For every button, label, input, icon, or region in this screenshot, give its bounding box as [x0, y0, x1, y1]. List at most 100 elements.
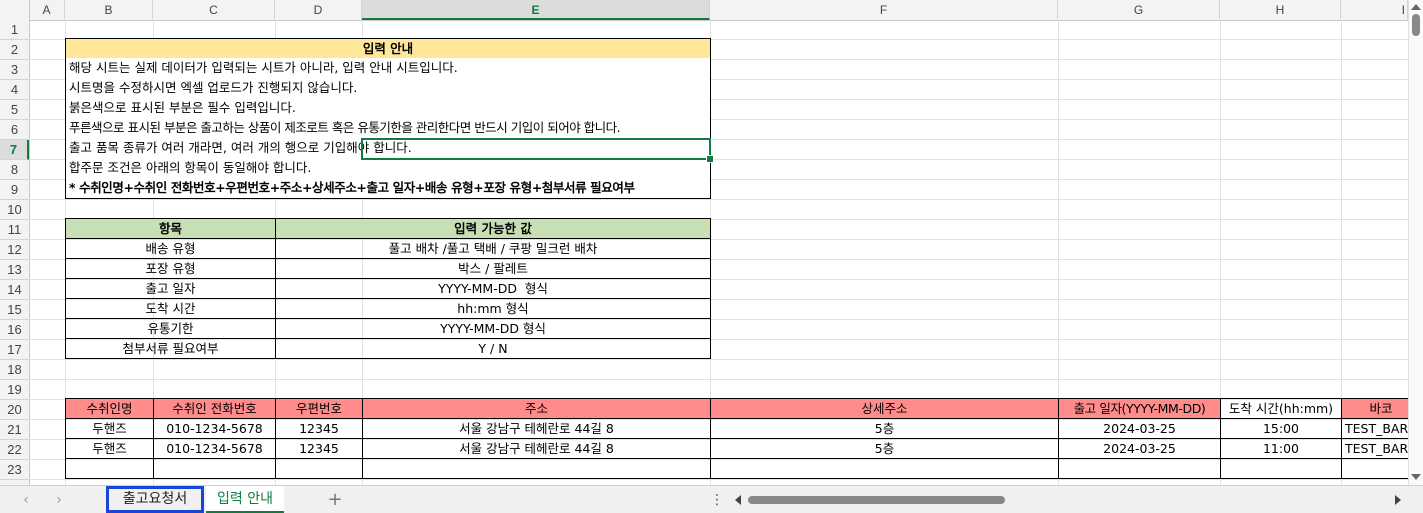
- scroll-up-arrow-icon[interactable]: [1411, 4, 1421, 10]
- allowed-item-cell[interactable]: 도착 시간: [65, 298, 276, 319]
- column-header-e[interactable]: E: [362, 0, 710, 20]
- allowed-item-cell[interactable]: 출고 일자: [65, 278, 276, 299]
- row-header[interactable]: 1: [0, 20, 29, 40]
- sheet-tab-outbound-request[interactable]: 출고요청서: [106, 486, 204, 513]
- row-header[interactable]: 5: [0, 100, 29, 120]
- row-header[interactable]: 18: [0, 360, 29, 380]
- row-header[interactable]: 10: [0, 200, 29, 220]
- sample-cell[interactable]: 서울 강남구 테헤란로 44길 8: [362, 438, 711, 459]
- chevron-left-icon[interactable]: ‹: [18, 492, 34, 508]
- allowed-value-cell[interactable]: YYYY-MM-DD 형식: [275, 278, 711, 299]
- row-header[interactable]: 4: [0, 80, 29, 100]
- row-header[interactable]: 17: [0, 340, 29, 360]
- allowed-item-cell[interactable]: 유통기한: [65, 318, 276, 339]
- sample-cell-empty[interactable]: [275, 458, 363, 479]
- sample-header-barcode[interactable]: 바코: [1341, 398, 1408, 419]
- allowed-header-item[interactable]: 항목: [65, 218, 276, 239]
- select-all-corner[interactable]: [0, 0, 30, 20]
- row-header[interactable]: 22: [0, 440, 29, 460]
- scroll-left-arrow-icon[interactable]: [735, 495, 741, 505]
- row-header[interactable]: 3: [0, 60, 29, 80]
- row-header[interactable]: 21: [0, 420, 29, 440]
- sample-cell[interactable]: TEST_BAR: [1341, 438, 1408, 459]
- sample-cell[interactable]: 두핸즈: [65, 418, 154, 439]
- column-header-b[interactable]: B: [65, 0, 153, 20]
- sample-header-address[interactable]: 주소: [362, 398, 711, 419]
- fill-handle[interactable]: [706, 155, 714, 163]
- sample-header-ship-date[interactable]: 출고 일자(YYYY-MM-DD): [1058, 398, 1221, 419]
- row-header[interactable]: 15: [0, 300, 29, 320]
- row-header-selected[interactable]: 7: [0, 140, 29, 160]
- allowed-header-values[interactable]: 입력 가능한 값: [275, 218, 711, 239]
- sample-cell[interactable]: 5층: [710, 418, 1059, 439]
- sample-cell-empty[interactable]: [1058, 458, 1221, 479]
- guide-line-2[interactable]: 시트명을 수정하시면 엑셀 업로드가 진행되지 않습니다.: [66, 78, 706, 98]
- row-header[interactable]: 14: [0, 280, 29, 300]
- row-header[interactable]: 23: [0, 460, 29, 480]
- sample-cell-empty[interactable]: [1341, 458, 1408, 479]
- row-header[interactable]: 12: [0, 240, 29, 260]
- row-header[interactable]: 2: [0, 40, 29, 60]
- sample-cell[interactable]: 010-1234-5678: [153, 418, 276, 439]
- guide-title[interactable]: 입력 안내: [65, 38, 711, 59]
- allowed-item-cell[interactable]: 포장 유형: [65, 258, 276, 279]
- guide-line-merge-conditions[interactable]: * 수취인명+수취인 전화번호+우편번호+주소+상세주소+출고 일자+배송 유형…: [66, 178, 706, 198]
- sheet-tab-input-guide[interactable]: 입력 안내: [206, 486, 284, 513]
- column-header-g[interactable]: G: [1058, 0, 1220, 20]
- sample-cell[interactable]: 010-1234-5678: [153, 438, 276, 459]
- allowed-value-cell[interactable]: 박스 / 팔레트: [275, 258, 711, 279]
- allowed-value-cell[interactable]: 풀고 배차 /풀고 택배 / 쿠팡 밀크런 배차: [275, 238, 711, 259]
- row-header[interactable]: 20: [0, 400, 29, 420]
- column-header-f[interactable]: F: [710, 0, 1058, 20]
- vertical-scrollbar[interactable]: [1408, 0, 1423, 485]
- sample-header-zipcode[interactable]: 우편번호: [275, 398, 363, 419]
- row-header[interactable]: 9: [0, 180, 29, 200]
- sample-cell-empty[interactable]: [1220, 458, 1342, 479]
- guide-line-6[interactable]: 합주문 조건은 아래의 항목이 동일해야 합니다.: [66, 158, 706, 178]
- sample-cell[interactable]: 서울 강남구 테헤란로 44길 8: [362, 418, 711, 439]
- allowed-value-cell[interactable]: Y / N: [275, 338, 711, 359]
- sample-cell[interactable]: 두핸즈: [65, 438, 154, 459]
- guide-line-4[interactable]: 푸른색으로 표시된 부분은 출고하는 상품이 제조로트 혹은 유통기한을 관리한…: [66, 118, 706, 138]
- vertical-scroll-thumb[interactable]: [1412, 14, 1420, 36]
- column-header-i[interactable]: I: [1341, 0, 1408, 20]
- sample-header-recipient[interactable]: 수취인명: [65, 398, 154, 419]
- sample-cell-empty[interactable]: [65, 458, 154, 479]
- horizontal-scroll-thumb[interactable]: [748, 496, 1005, 504]
- sample-cell[interactable]: TEST_BAR: [1341, 418, 1408, 439]
- sample-cell[interactable]: 15:00: [1220, 418, 1342, 439]
- sample-header-arrival-time[interactable]: 도착 시간(hh:mm): [1220, 398, 1342, 419]
- allowed-value-cell[interactable]: hh:mm 형식: [275, 298, 711, 319]
- scroll-down-arrow-icon[interactable]: [1411, 474, 1421, 480]
- row-header[interactable]: 16: [0, 320, 29, 340]
- allowed-value-cell[interactable]: YYYY-MM-DD 형식: [275, 318, 711, 339]
- sample-header-detail-address[interactable]: 상세주소: [710, 398, 1059, 419]
- column-header-d[interactable]: D: [275, 0, 362, 20]
- chevron-right-icon[interactable]: ›: [51, 492, 67, 508]
- sample-cell[interactable]: 2024-03-25: [1058, 418, 1221, 439]
- allowed-item-cell[interactable]: 첨부서류 필요여부: [65, 338, 276, 359]
- vertical-ellipsis-icon[interactable]: ⋮: [710, 492, 724, 508]
- sample-cell[interactable]: 12345: [275, 438, 363, 459]
- sample-cell[interactable]: 5층: [710, 438, 1059, 459]
- plus-icon[interactable]: +: [326, 491, 344, 509]
- guide-line-3[interactable]: 붉은색으로 표시된 부분은 필수 입력입니다.: [66, 98, 706, 118]
- guide-line-1[interactable]: 해당 시트는 실제 데이터가 입력되는 시트가 아니라, 입력 안내 시트입니다…: [66, 58, 706, 78]
- row-header[interactable]: 13: [0, 260, 29, 280]
- horizontal-scrollbar[interactable]: [732, 493, 1406, 507]
- row-header[interactable]: 11: [0, 220, 29, 240]
- allowed-item-cell[interactable]: 배송 유형: [65, 238, 276, 259]
- sample-header-phone[interactable]: 수취인 전화번호: [153, 398, 276, 419]
- sample-cell[interactable]: 11:00: [1220, 438, 1342, 459]
- row-header[interactable]: 19: [0, 380, 29, 400]
- sample-cell-empty[interactable]: [153, 458, 276, 479]
- row-header[interactable]: 8: [0, 160, 29, 180]
- sample-cell-empty[interactable]: [710, 458, 1059, 479]
- scroll-right-arrow-icon[interactable]: [1395, 495, 1401, 505]
- column-header-a[interactable]: A: [29, 0, 65, 20]
- cell-grid[interactable]: 입력 안내 해당 시트는 실제 데이터가 입력되는 시트가 아니라, 입력 안내…: [29, 20, 1408, 485]
- row-header[interactable]: 6: [0, 120, 29, 140]
- column-header-h[interactable]: H: [1220, 0, 1341, 20]
- sample-cell[interactable]: 2024-03-25: [1058, 438, 1221, 459]
- sample-cell-empty[interactable]: [362, 458, 711, 479]
